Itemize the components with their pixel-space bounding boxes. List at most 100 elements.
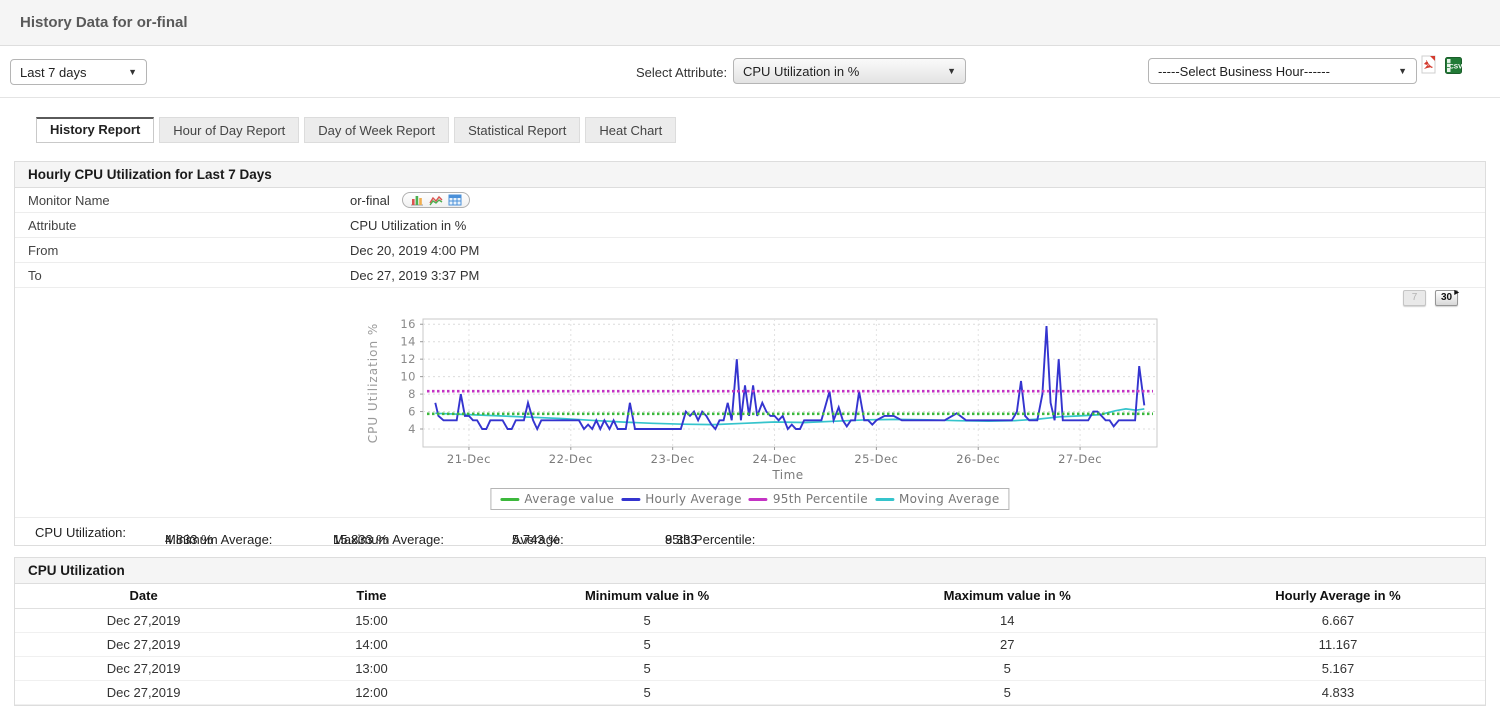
legend-label: 95th Percentile (773, 492, 868, 506)
select-attribute-label: Select Attribute: (636, 65, 727, 80)
summary-stats-row: CPU Utilization: Minimum Average:4.833 %… (15, 517, 1485, 545)
info-label: To (28, 268, 350, 283)
column-header-date: Date (15, 584, 272, 609)
legend-swatch (500, 498, 519, 501)
bar-chart-icon[interactable] (410, 194, 424, 206)
x-tick-label: 24-Dec (752, 452, 796, 466)
info-row-attribute: AttributeCPU Utilization in % (15, 213, 1485, 238)
tab-heat-chart[interactable]: Heat Chart (585, 117, 676, 143)
tab-hour-of-day-report[interactable]: Hour of Day Report (159, 117, 299, 143)
legend-label: Moving Average (899, 492, 1000, 506)
x-tick-label: 26-Dec (956, 452, 1000, 466)
cell-max: 27 (823, 633, 1191, 657)
cell-date: Dec 27,2019 (15, 681, 272, 705)
chevron-down-icon: ▼ (947, 66, 956, 76)
cell-avg: 6.667 (1191, 609, 1485, 633)
page-header: History Data for or-final (0, 0, 1500, 46)
cell-avg: 5.167 (1191, 657, 1485, 681)
column-header-avg: Hourly Average in % (1191, 584, 1485, 609)
x-tick-label: 23-Dec (651, 452, 695, 466)
cell-max: 5 (823, 657, 1191, 681)
chart-range-buttons: 7 30▶ (1403, 290, 1458, 306)
info-value: CPU Utilization in % (350, 218, 466, 233)
history-report-panel: Hourly CPU Utilization for Last 7 Days M… (14, 161, 1486, 546)
attribute-select[interactable]: CPU Utilization in % ▼ (733, 58, 966, 84)
cpu-utilization-table: DateTimeMinimum value in %Maximum value … (15, 584, 1485, 705)
monitor-quick-view-icons[interactable] (402, 192, 470, 208)
business-hour-value: -----Select Business Hour------ (1158, 64, 1330, 79)
info-row-to: ToDec 27, 2019 3:37 PM (15, 263, 1485, 288)
info-label: From (28, 243, 350, 258)
legend-item-95th-percentile: 95th Percentile (742, 492, 868, 506)
info-value: or-final (350, 192, 470, 208)
cell-min: 5 (471, 657, 824, 681)
x-axis-label: Time (771, 468, 803, 482)
pdf-export-icon[interactable] (1421, 55, 1438, 77)
business-hour-select[interactable]: -----Select Business Hour------ ▼ (1148, 58, 1417, 84)
info-label: Attribute (28, 218, 350, 233)
column-header-time: Time (272, 584, 470, 609)
table-row: Dec 27,201913:00555.167 (15, 657, 1485, 681)
table-row: Dec 27,201914:0052711.167 (15, 633, 1485, 657)
y-tick-label: 14 (400, 335, 416, 349)
y-tick-label: 16 (400, 317, 416, 331)
legend-swatch (621, 498, 640, 501)
table-row: Dec 27,201912:00554.833 (15, 681, 1485, 705)
legend-swatch (749, 498, 768, 501)
cell-min: 5 (471, 681, 824, 705)
cell-min: 5 (471, 609, 824, 633)
line-chart-icon[interactable] (429, 194, 443, 206)
x-tick-label: 21-Dec (447, 452, 491, 466)
tab-day-of-week-report[interactable]: Day of Week Report (304, 117, 449, 143)
info-value: Dec 20, 2019 4:00 PM (350, 243, 479, 258)
x-tick-label: 25-Dec (854, 452, 898, 466)
cell-date: Dec 27,2019 (15, 633, 272, 657)
report-tabs: History ReportHour of Day ReportDay of W… (36, 117, 1500, 143)
range-7-days-button[interactable]: 7 (1403, 290, 1426, 306)
y-tick-label: 8 (408, 387, 416, 401)
chevron-down-icon: ▼ (1398, 66, 1407, 76)
table-icon[interactable] (448, 194, 462, 206)
info-label: Monitor Name (28, 193, 350, 208)
report-info-rows: Monitor Nameor-finalAttributeCPU Utiliza… (15, 188, 1485, 288)
toolbar: Last 7 days ▼ Select Attribute: CPU Util… (0, 46, 1500, 98)
y-tick-label: 10 (400, 370, 416, 384)
legend-item-hourly-average: Hourly Average (614, 492, 742, 506)
cell-max: 14 (823, 609, 1191, 633)
x-tick-label: 22-Dec (549, 452, 593, 466)
table-panel-title: CPU Utilization (15, 558, 1485, 584)
cell-date: Dec 27,2019 (15, 609, 272, 633)
chevron-down-icon: ▼ (128, 67, 137, 77)
stats-prefix: CPU Utilization: (35, 525, 126, 540)
column-header-max: Maximum value in % (823, 584, 1191, 609)
time-range-value: Last 7 days (20, 65, 87, 80)
y-tick-label: 6 (408, 405, 416, 419)
y-tick-label: 4 (408, 422, 416, 436)
cell-time: 15:00 (272, 609, 470, 633)
cell-min: 5 (471, 633, 824, 657)
report-panel-title: Hourly CPU Utilization for Last 7 Days (15, 162, 1485, 188)
time-range-select[interactable]: Last 7 days ▼ (10, 59, 147, 85)
range-30-days-button[interactable]: 30▶ (1435, 290, 1458, 306)
cell-time: 13:00 (272, 657, 470, 681)
legend-label: Average value (524, 492, 614, 506)
legend-item-moving-average: Moving Average (868, 492, 1000, 506)
chart-section: 7 30▶ 4 6 8 10 12 14 16 21-Dec 22-Dec 23-Dec 24-Dec… (15, 288, 1485, 517)
y-tick-label: 12 (400, 352, 416, 366)
csv-export-icon[interactable]: CSV (1445, 57, 1462, 77)
cell-avg: 4.833 (1191, 681, 1485, 705)
cpu-utilization-chart: 4 6 8 10 12 14 16 21-Dec 22-Dec 23-Dec 24-Dec 25-De… (365, 314, 1165, 482)
tab-statistical-report[interactable]: Statistical Report (454, 117, 580, 143)
cell-time: 14:00 (272, 633, 470, 657)
attribute-value: CPU Utilization in % (743, 64, 859, 79)
legend-label: Hourly Average (645, 492, 742, 506)
info-row-from: FromDec 20, 2019 4:00 PM (15, 238, 1485, 263)
info-row-monitor-name: Monitor Nameor-final (15, 188, 1485, 213)
tab-history-report[interactable]: History Report (36, 117, 154, 143)
table-body: Dec 27,201915:005146.667Dec 27,201914:00… (15, 609, 1485, 705)
cell-max: 5 (823, 681, 1191, 705)
cell-avg: 11.167 (1191, 633, 1485, 657)
column-header-min: Minimum value in % (471, 584, 824, 609)
arrow-icon: ▶ (1454, 286, 1459, 300)
cell-date: Dec 27,2019 (15, 657, 272, 681)
